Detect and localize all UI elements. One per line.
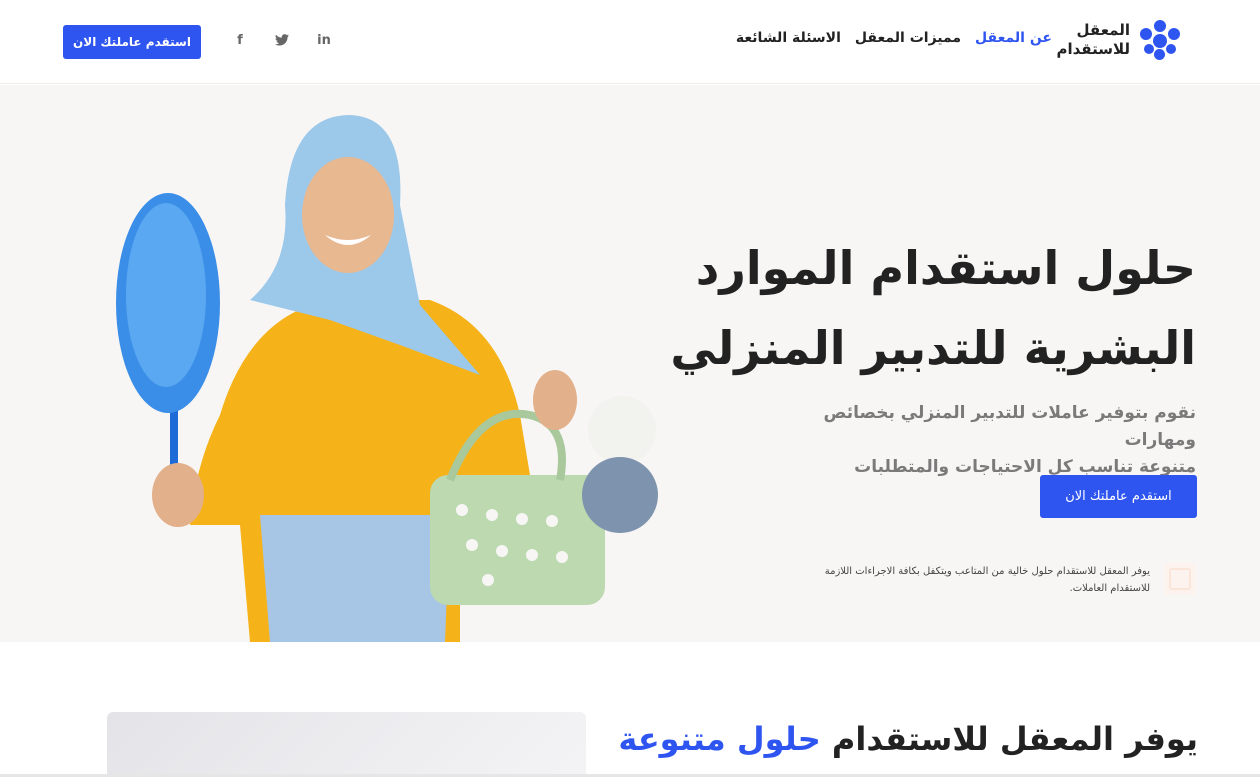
logo-icon: [1140, 20, 1180, 60]
hero-title-line1: حلول استقدام الموارد: [695, 241, 1196, 295]
hero-cta-button[interactable]: استقدم عاملتك الان: [1040, 475, 1197, 518]
hero-subtitle: نقوم بتوفير عاملات للتدبير المنزلي بخصائ…: [756, 400, 1197, 481]
facebook-icon[interactable]: f: [232, 32, 248, 48]
header-cta-button[interactable]: استقدم عاملتك الان: [63, 25, 201, 59]
hero-note-line1: يوفر المعقل للاستقدام حلول خالية من المت…: [824, 566, 1150, 577]
logo-line2: للاستقدام: [1056, 40, 1131, 58]
hero-image: [116, 115, 658, 642]
hero-subtitle-line1: نقوم بتوفير عاملات للتدبير المنزلي بخصائ…: [823, 403, 1197, 450]
hero-note-text: يوفر المعقل للاستقدام حلول خالية من المت…: [780, 563, 1150, 597]
linkedin-icon[interactable]: in: [316, 32, 332, 48]
hero-note-line2: للاستقدام العاملات.: [1069, 583, 1150, 594]
hero-title-line2: البشرية للتدبير المنزلي: [670, 321, 1196, 375]
logo[interactable]: المعقل للاستقدام: [1057, 20, 1180, 60]
main-nav: عن المعقل مميزات المعقل الاسئلة الشائعة: [736, 30, 1052, 46]
nav-item-features[interactable]: مميزات المعقل: [855, 30, 961, 46]
section2-title-highlight: حلول متنوعة: [618, 720, 821, 758]
site-header: المعقل للاستقدام عن المعقل مميزات المعقل…: [0, 0, 1260, 84]
note-icon: [1164, 563, 1196, 595]
logo-line1: المعقل: [1076, 21, 1130, 39]
logo-text: المعقل للاستقدام: [1057, 21, 1131, 59]
section2-title-text: يوفر المعقل للاستقدام: [820, 720, 1198, 758]
hero-note: يوفر المعقل للاستقدام حلول خالية من المت…: [780, 563, 1196, 597]
hero-section: حلول استقدام الموارد البشرية للتدبير الم…: [0, 85, 1260, 642]
twitter-icon[interactable]: [274, 32, 290, 48]
nav-item-about[interactable]: عن المعقل: [975, 30, 1052, 46]
nav-item-faq[interactable]: الاسئلة الشائعة: [736, 30, 841, 46]
hero-title: حلول استقدام الموارد البشرية للتدبير الم…: [636, 228, 1196, 388]
social-links: f in: [232, 32, 332, 48]
section2-image: [107, 712, 586, 777]
section2-title: يوفر المعقل للاستقدام حلول متنوعة: [618, 713, 1198, 765]
